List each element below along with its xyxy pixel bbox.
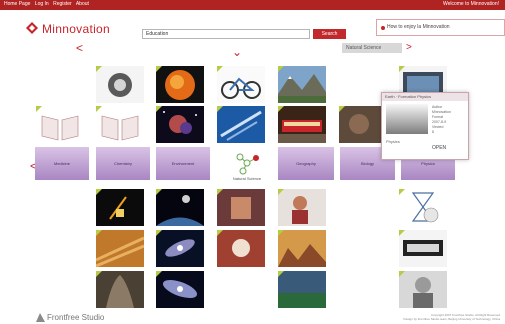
tile-image[interactable] xyxy=(399,271,447,308)
corner-marker-icon xyxy=(339,106,345,112)
corner-marker-icon xyxy=(36,106,42,112)
corner-marker-icon xyxy=(217,189,223,195)
tile-image[interactable] xyxy=(399,189,447,226)
tile-image[interactable] xyxy=(156,230,204,267)
corner-marker-icon xyxy=(156,230,162,236)
corner-marker-icon xyxy=(96,66,102,72)
welcome-text: Welcome to Minnovation! xyxy=(442,1,499,7)
nav-link-register[interactable]: Register xyxy=(53,1,72,7)
tile-image[interactable] xyxy=(217,230,265,267)
corner-marker-icon xyxy=(278,230,284,236)
corner-marker-icon xyxy=(278,66,284,72)
tile-image[interactable] xyxy=(278,271,326,308)
popup-thumbnail xyxy=(386,104,428,134)
tile-image[interactable] xyxy=(217,189,265,226)
tile-image[interactable] xyxy=(156,271,204,308)
frontfree-logo-icon xyxy=(36,313,45,322)
tile-image[interactable] xyxy=(96,230,144,267)
corner-marker-icon xyxy=(399,66,405,72)
credit-line: Design by Frontfree Studio team, Beijing… xyxy=(403,317,500,321)
corner-marker-icon xyxy=(217,106,223,112)
nav-link-login[interactable]: Log In xyxy=(35,1,49,7)
bullet-icon xyxy=(381,26,385,30)
popup-info: Author Minnovation Format 2007-8-9 Viewe… xyxy=(432,105,451,134)
popup-name: Physics xyxy=(386,139,400,144)
tile-image[interactable] xyxy=(278,66,326,103)
corner-marker-icon xyxy=(278,106,284,112)
tile-image[interactable] xyxy=(36,106,84,143)
tile-image[interactable] xyxy=(156,106,204,143)
tile-image[interactable] xyxy=(156,66,204,103)
corner-marker-icon xyxy=(217,230,223,236)
corner-marker-icon xyxy=(278,271,284,277)
open-button[interactable]: OPEN xyxy=(432,145,446,151)
tile-image[interactable] xyxy=(399,230,447,267)
corner-marker-icon xyxy=(217,66,223,72)
tile-image[interactable] xyxy=(96,106,144,143)
footer-copyright: Copyright 2007 Frontfree Studio. All Rig… xyxy=(300,313,500,321)
molecule-caption: Natural Science xyxy=(232,176,262,181)
nav-right-arrow-icon[interactable]: > xyxy=(406,43,412,53)
corner-marker-icon xyxy=(156,66,162,72)
category-geography[interactable]: Geography xyxy=(278,147,334,180)
tile-image[interactable] xyxy=(156,189,204,226)
popup-title: Earth · Formation Physics xyxy=(382,93,468,101)
tile-image[interactable] xyxy=(217,66,265,103)
corner-marker-icon xyxy=(278,189,284,195)
chevron-down-icon[interactable]: ⌄ xyxy=(232,46,242,58)
category-chemistry[interactable]: Chemistry xyxy=(96,147,150,180)
corner-marker-icon xyxy=(399,230,405,236)
item-preview-popup[interactable]: Earth · Formation Physics Author Minnova… xyxy=(381,92,469,160)
category-environment[interactable]: Environment xyxy=(156,147,210,180)
nav-left-arrow-icon[interactable]: < xyxy=(76,42,83,54)
corner-marker-icon xyxy=(156,271,162,277)
corner-marker-icon xyxy=(156,189,162,195)
top-nav-bar: Home Page Log In Register About Welcome … xyxy=(0,0,505,10)
corner-marker-icon xyxy=(96,271,102,277)
nav-link-about[interactable]: About xyxy=(76,1,89,7)
tile-image[interactable] xyxy=(278,189,326,226)
tile-image[interactable] xyxy=(96,189,144,226)
corner-marker-icon xyxy=(96,106,102,112)
tile-image[interactable] xyxy=(278,106,326,143)
minnovation-logo-icon[interactable] xyxy=(26,22,38,34)
corner-marker-icon xyxy=(399,189,405,195)
search-input[interactable]: Education xyxy=(142,29,310,39)
tile-image[interactable] xyxy=(217,106,265,143)
top-nav-links: Home Page Log In Register About xyxy=(4,1,92,7)
help-text: How to enjoy la Minnovation xyxy=(387,24,450,30)
nav-link-home[interactable]: Home Page xyxy=(4,1,30,7)
corner-marker-icon xyxy=(156,106,162,112)
help-link-box[interactable]: How to enjoy la Minnovation xyxy=(376,19,505,36)
tile-image[interactable] xyxy=(278,230,326,267)
tile-image[interactable] xyxy=(339,106,387,143)
tile-image[interactable] xyxy=(96,66,144,103)
corner-marker-icon xyxy=(399,271,405,277)
tile-image[interactable] xyxy=(96,271,144,308)
brand-name[interactable]: Minnovation xyxy=(42,22,110,36)
category-tab[interactable]: Natural Science xyxy=(342,43,402,53)
corner-marker-icon xyxy=(96,230,102,236)
corner-marker-icon xyxy=(96,189,102,195)
footer-studio-name: Frontfree Studio xyxy=(47,313,105,322)
search-button[interactable]: Search xyxy=(313,29,346,39)
category-medicine[interactable]: Medicine xyxy=(35,147,89,180)
